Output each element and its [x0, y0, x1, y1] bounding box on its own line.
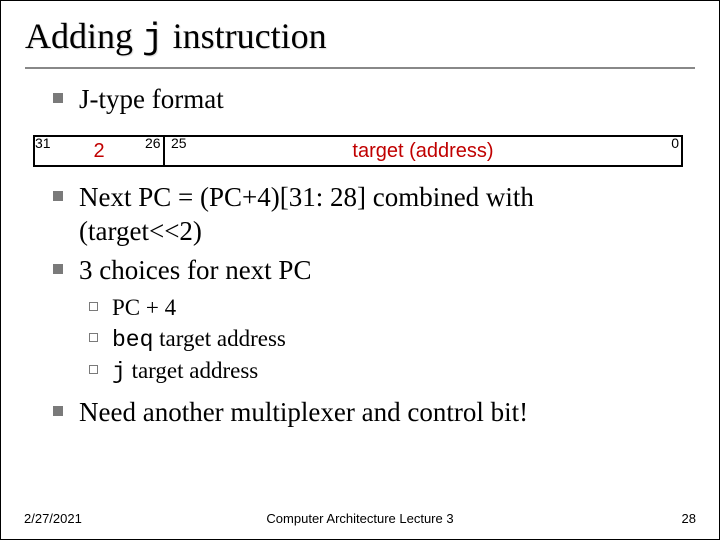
beq-code: beq — [112, 327, 153, 353]
sub-text: j target address — [112, 357, 258, 387]
j-code: j — [112, 359, 126, 385]
hollow-square-icon — [89, 365, 98, 374]
bullet-text: 3 choices for next PC — [79, 254, 311, 288]
title-pre: Adding — [25, 16, 142, 56]
footer-title: Computer Architecture Lecture 3 — [266, 511, 453, 526]
slide-title: Adding j instruction — [25, 15, 695, 69]
bullet-text: Next PC = (PC+4)[31: 28] combined with (… — [79, 181, 534, 249]
sub-item-beq: beq target address — [89, 325, 695, 355]
bullet-jtype: J-type format — [53, 83, 695, 117]
bit-label-26: 26 — [145, 135, 161, 151]
sub-text: beq target address — [112, 325, 286, 355]
bullet-square-icon — [53, 406, 63, 416]
sub-item-pc4: PC + 4 — [89, 294, 695, 323]
bullet-choices: 3 choices for next PC — [53, 254, 695, 288]
slide: Adding j instruction J-type format 31 26… — [0, 0, 720, 540]
bullet-text: J-type format — [79, 83, 224, 117]
bullet-square-icon — [53, 93, 63, 103]
bit-label-25: 25 — [171, 135, 187, 151]
hollow-square-icon — [89, 302, 98, 311]
bullet-multiplexer: Need another multiplexer and control bit… — [53, 396, 695, 430]
sub-item-j: j target address — [89, 357, 695, 387]
sub-list: PC + 4 beq target address j target addre… — [89, 294, 695, 386]
sub-text: PC + 4 — [112, 294, 176, 323]
content-area: J-type format 31 26 25 0 2 target (addre… — [25, 83, 695, 430]
hollow-square-icon — [89, 333, 98, 342]
instruction-format-diagram: 31 26 25 0 2 target (address) — [33, 135, 683, 167]
beq-rest: target address — [153, 326, 285, 351]
bullet-square-icon — [53, 191, 63, 201]
nextpc-line1: Next PC = (PC+4)[31: 28] combined with — [79, 182, 534, 212]
title-post: instruction — [164, 16, 327, 56]
footer-page: 28 — [682, 511, 696, 526]
nextpc-line2: (target<<2) — [79, 216, 202, 246]
title-code: j — [142, 18, 164, 59]
bullet-square-icon — [53, 264, 63, 274]
bit-label-0: 0 — [671, 135, 679, 151]
footer: 2/27/2021 Computer Architecture Lecture … — [0, 511, 720, 526]
bullet-nextpc: Next PC = (PC+4)[31: 28] combined with (… — [53, 181, 695, 249]
bit-label-31: 31 — [35, 135, 51, 151]
footer-date: 2/27/2021 — [24, 511, 82, 526]
bit-labels: 31 26 25 0 — [33, 135, 683, 153]
bullet-text: Need another multiplexer and control bit… — [79, 396, 528, 430]
j-rest: target address — [126, 358, 258, 383]
